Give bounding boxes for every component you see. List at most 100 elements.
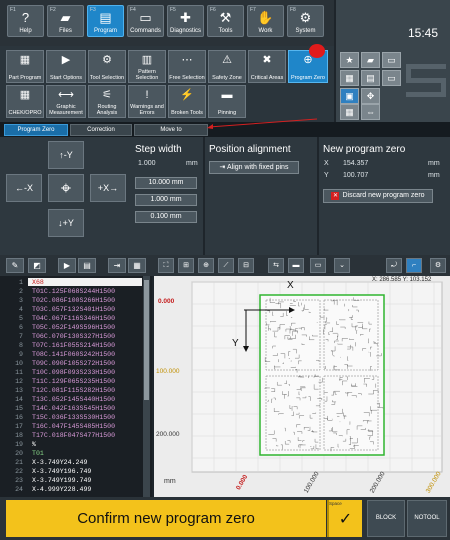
- code-line[interactable]: T12C.081F115S282H1500: [32, 387, 115, 394]
- arrows-icon[interactable]: ⇔: [361, 104, 380, 120]
- code-editor[interactable]: 1 X68 2 T01C.125F068S244H1500 3 T02C.086F100S…: [0, 276, 152, 497]
- zoom-window-icon[interactable]: ⊞: [178, 258, 194, 273]
- line-number: 13: [15, 387, 23, 394]
- tool-selection-button[interactable]: ⚙ Tool Selection: [88, 50, 126, 83]
- code-line[interactable]: T09C.090F105S272H1500: [32, 360, 115, 367]
- code-line[interactable]: T14C.042F163S545H1500: [32, 405, 115, 412]
- chevron-down-icon[interactable]: ⌄: [334, 258, 350, 273]
- commands-button[interactable]: F4 ▭ Commands: [127, 5, 164, 37]
- tab-correction[interactable]: Correction: [70, 124, 132, 136]
- crosshair-icon[interactable]: ⌖: [48, 174, 84, 202]
- code-line[interactable]: T08C.141F060S242H1500: [32, 351, 115, 358]
- diagnostics-button[interactable]: F5 ✚ Diagnostics: [167, 5, 204, 37]
- pcb-icon[interactable]: ▦: [340, 104, 359, 120]
- folder-out-icon[interactable]: ▭: [382, 52, 401, 68]
- code-line[interactable]: T17C.018F047S477H1500: [32, 432, 115, 439]
- measure-line-icon[interactable]: ⟋: [218, 258, 234, 273]
- code-line[interactable]: T07C.161F055S214H1500: [32, 342, 115, 349]
- jog-x-minus-button[interactable]: ←-X: [6, 174, 42, 202]
- code-line[interactable]: %: [32, 441, 36, 448]
- align-fixed-pins-button[interactable]: ⇥ Align with fixed pins: [209, 161, 299, 174]
- code-line[interactable]: X-3.749Y196.749: [32, 468, 91, 475]
- origin-icon[interactable]: ⌐: [406, 258, 422, 273]
- space-hint: Space: [329, 501, 342, 506]
- code-line[interactable]: T06C.070F130S327H1500: [32, 333, 115, 340]
- tools-button[interactable]: F6 ⚒ Tools: [207, 5, 244, 37]
- code-scrollbar[interactable]: [143, 276, 150, 497]
- jump-icon[interactable]: ⇥: [108, 258, 126, 273]
- folder-in-icon[interactable]: ▰: [361, 52, 380, 68]
- safety-zone-button[interactable]: ⚠ Safety Zone: [208, 50, 246, 83]
- code-line[interactable]: T15C.036F133S530H1500: [32, 414, 115, 421]
- tab-program-zero[interactable]: Program Zero: [4, 124, 68, 136]
- step-01mm-button[interactable]: 0.100 mm: [135, 211, 197, 223]
- run-icon[interactable]: ▶: [58, 258, 76, 273]
- files-button[interactable]: F2 ▰ Files: [47, 5, 84, 37]
- star-icon[interactable]: ★: [340, 52, 359, 68]
- code-line[interactable]: T02C.086F100S266H1500: [32, 297, 115, 304]
- critical-areas-button[interactable]: ✖ Critical Areas: [248, 50, 286, 83]
- code-line[interactable]: X68: [32, 279, 44, 286]
- mirror-icon[interactable]: ⇆: [268, 258, 284, 273]
- y-tick-200: 200.000: [156, 431, 180, 438]
- code-line[interactable]: T01: [32, 450, 44, 457]
- bar-icon[interactable]: ▬: [288, 258, 304, 273]
- x-unit: mm: [428, 160, 440, 167]
- discard-zero-button[interactable]: ✕ Discard new program zero: [323, 189, 433, 203]
- rotate-icon[interactable]: ⤾: [386, 258, 402, 273]
- target-icon[interactable]: ⊕: [198, 258, 214, 273]
- code-line[interactable]: T03C.057F132S401H1500: [32, 306, 115, 313]
- divider: [317, 137, 319, 255]
- graphic-measurement-button[interactable]: ⟷ Graphic Measurement: [46, 85, 86, 118]
- toggle-icon[interactable]: ▭: [382, 70, 401, 86]
- part-program-button[interactable]: ▦ Part Program: [6, 50, 44, 83]
- block-button[interactable]: BLOCK: [367, 500, 405, 537]
- confirm-zero-button[interactable]: Confirm new program zero: [6, 500, 326, 537]
- step-1mm-button[interactable]: 1.000 mm: [135, 194, 197, 206]
- settings-icon[interactable]: ⚙: [430, 258, 446, 273]
- program-button[interactable]: F3 ▤ Program: [87, 5, 124, 37]
- edit-icon[interactable]: ✎: [6, 258, 24, 273]
- code-line[interactable]: X-3.749Y24.249: [32, 459, 87, 466]
- tab-move-to[interactable]: Move to: [134, 124, 208, 136]
- program-graphic-view[interactable]: X: 286.585 Y: 103.152 X Y 0.000 100.000 …: [154, 276, 450, 497]
- commands-icon: ▭: [139, 10, 152, 25]
- jog-x-plus-button[interactable]: +X→: [90, 174, 126, 202]
- contrast-icon[interactable]: ◩: [28, 258, 46, 273]
- code-line[interactable]: T11C.129F065S235H1500: [32, 378, 115, 385]
- code-line[interactable]: T04C.067F116S346H1500: [32, 315, 115, 322]
- code-line[interactable]: T01C.125F068S244H1500: [32, 288, 115, 295]
- list-icon[interactable]: ▤: [78, 258, 96, 273]
- code-line[interactable]: T10C.098F093S233H1500: [32, 369, 115, 376]
- code-line[interactable]: X-4.999Y228.499: [32, 486, 91, 493]
- move-icon[interactable]: ✥: [361, 88, 380, 104]
- routing-analysis-button[interactable]: ⚟ Routing Analysis: [88, 85, 126, 118]
- code-line[interactable]: T16C.047F145S485H1500: [32, 423, 115, 430]
- chek-opro-button[interactable]: ▦ CHEK/OPRO: [6, 85, 44, 118]
- strip-icon[interactable]: ▭: [310, 258, 326, 273]
- jog-y-plus-button[interactable]: ↓+Y: [48, 209, 84, 237]
- work-button[interactable]: F7 ✋ Work: [247, 5, 284, 37]
- start-options-button[interactable]: ▶ Start Options: [46, 50, 86, 83]
- step-10mm-button[interactable]: 10.000 mm: [135, 177, 197, 189]
- sheet-icon[interactable]: ▦: [128, 258, 146, 273]
- scroll-thumb[interactable]: [144, 280, 149, 400]
- free-selection-button[interactable]: ⋯ Free Selection: [168, 50, 206, 83]
- warnings-errors-button[interactable]: ! Warnings and Errors: [128, 85, 166, 118]
- code-line[interactable]: X-3.749Y199.749: [32, 477, 91, 484]
- code-line[interactable]: T13C.052F145S440H1500: [32, 396, 115, 403]
- zoom-out-icon[interactable]: ⊟: [238, 258, 254, 273]
- notool-button[interactable]: NOTOOL: [407, 500, 447, 537]
- pinning-button[interactable]: ▬ Pinning: [208, 85, 246, 118]
- system-button[interactable]: F8 ⚙ System: [287, 5, 324, 37]
- zoom-fit-icon[interactable]: ⛶: [158, 258, 174, 273]
- pattern-selection-button[interactable]: ▥ Pattern Selection: [128, 50, 166, 83]
- panel-icon[interactable]: ▤: [361, 70, 380, 86]
- broken-tools-button[interactable]: ⚡ Broken Tools: [168, 85, 206, 118]
- layout-icon[interactable]: ▣: [340, 88, 359, 104]
- code-line[interactable]: T05C.052F149S596H1500: [32, 324, 115, 331]
- jog-y-minus-button[interactable]: ↑-Y: [48, 141, 84, 169]
- help-button[interactable]: F1? Help: [7, 5, 44, 37]
- grid-icon[interactable]: ▦: [340, 70, 359, 86]
- line-number: 23: [15, 477, 23, 484]
